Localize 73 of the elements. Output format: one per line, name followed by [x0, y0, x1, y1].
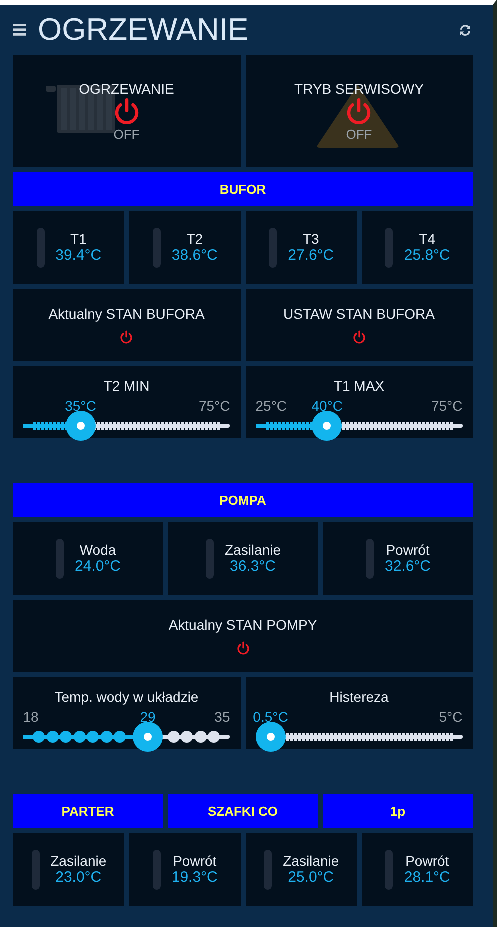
- thermometer-icon: [364, 538, 375, 578]
- state-label: USTAW STAN BUFORA: [284, 306, 435, 322]
- thermometer-icon: [30, 850, 41, 890]
- section-header: PARTER: [13, 794, 163, 828]
- switch-label: OGRZEWANIE: [79, 80, 174, 96]
- thermometer-icon: [54, 538, 65, 578]
- max-label: 5°C: [439, 709, 463, 725]
- max-label: 75°C: [431, 398, 463, 414]
- slider-track[interactable]: [23, 722, 230, 749]
- sensor-label: Zasilanie: [50, 853, 107, 869]
- temperature-value: 27.6°C: [288, 247, 334, 264]
- slider-label: T2 MIN: [104, 378, 150, 394]
- sensor-label: T2: [186, 231, 204, 247]
- thermometer-icon: [152, 850, 162, 890]
- temperature-value: 28.1°C: [404, 869, 450, 886]
- page-title: OGRZEWANIE: [38, 12, 250, 48]
- slider-label: Temp. wody w układzie: [54, 689, 199, 705]
- refresh-icon[interactable]: [458, 22, 473, 38]
- slider-track[interactable]: [256, 410, 463, 438]
- temperature-value: 23.0°C: [56, 869, 102, 886]
- thermometer-icon: [384, 850, 394, 890]
- value-label: 0.5°C: [253, 709, 288, 725]
- sensor-label: Powrót: [173, 853, 217, 869]
- value-label: 29: [140, 709, 156, 725]
- switch-status: OFF: [114, 126, 140, 142]
- temperature-value: 38.6°C: [172, 247, 218, 264]
- slider-thumb[interactable]: [132, 722, 163, 752]
- temperature-value: 24.0°C: [74, 558, 122, 575]
- switch-status: OFF: [346, 126, 372, 142]
- sensor-label: Zasilanie: [283, 853, 340, 869]
- slider-thumb[interactable]: [66, 410, 96, 440]
- section-header: 1p: [323, 794, 473, 828]
- max-label: 35: [214, 709, 230, 725]
- slider-track[interactable]: [23, 410, 230, 438]
- slider-thumb[interactable]: [312, 410, 342, 440]
- switch-label: TRYB SERWISOWY: [294, 80, 424, 96]
- min-label: 18: [23, 709, 39, 725]
- thermometer-icon: [384, 228, 394, 268]
- temperature-value: 32.6°C: [384, 558, 432, 575]
- thermometer-icon: [152, 228, 162, 268]
- menu-icon[interactable]: [13, 24, 26, 36]
- section-header: POMPA: [13, 483, 473, 517]
- temperature-value: 39.4°C: [56, 247, 102, 264]
- slider-track[interactable]: [256, 722, 463, 749]
- state-label: Aktualny STAN POMPY: [168, 616, 318, 632]
- section-header: SZAFKI CO: [168, 794, 318, 828]
- sensor-label: Powrót: [406, 853, 450, 869]
- value-label: 35°C: [65, 398, 96, 414]
- power-icon[interactable]: [352, 330, 367, 344]
- temperature-value: 19.3°C: [172, 869, 218, 886]
- power-icon[interactable]: [236, 640, 250, 656]
- sensor-label: Zasilanie: [224, 542, 282, 558]
- sensor-label: Powrót: [386, 542, 430, 558]
- section-header: BUFOR: [13, 172, 473, 206]
- thermometer-icon: [204, 538, 215, 578]
- slider-label: Histereza: [330, 689, 389, 705]
- max-label: 75°C: [198, 398, 230, 414]
- value-label: 40°C: [312, 398, 344, 414]
- thermometer-icon: [263, 850, 274, 890]
- slider-thumb[interactable]: [256, 722, 286, 752]
- thermometer-icon: [36, 228, 46, 268]
- temperature-value: 25.8°C: [404, 247, 450, 264]
- temperature-value: 25.0°C: [288, 869, 334, 886]
- temperature-value: 36.3°C: [230, 558, 276, 575]
- thermometer-icon: [268, 228, 278, 268]
- sensor-label: T1: [70, 231, 87, 247]
- sensor-label: Woda: [80, 542, 116, 558]
- min-label: 25°C: [256, 398, 288, 414]
- sensor-label: T3: [302, 231, 320, 247]
- sensor-label: T4: [419, 231, 436, 247]
- state-label: Aktualny STAN BUFORA: [48, 306, 205, 322]
- slider-label: T1 MAX: [334, 378, 385, 394]
- power-icon[interactable]: [119, 330, 134, 344]
